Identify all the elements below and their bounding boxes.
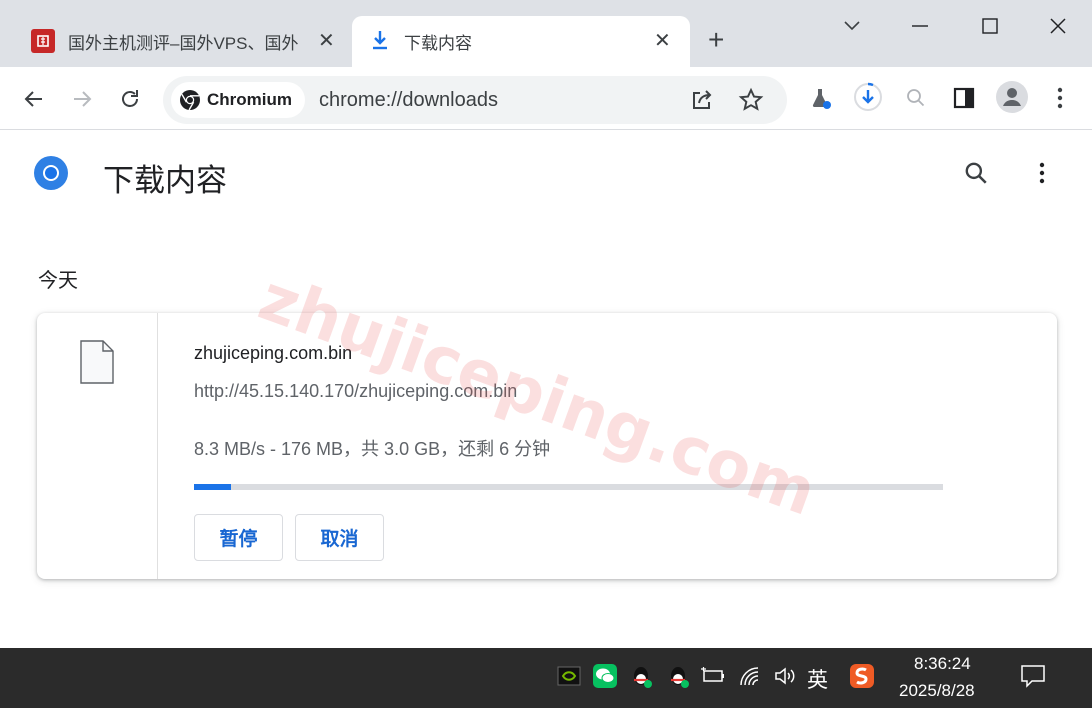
- download-item-card: zhujiceping.com.bin http://45.15.140.170…: [37, 313, 1057, 579]
- address-bar[interactable]: Chromium chrome://downloads: [163, 76, 787, 124]
- windows-taskbar: 英 8:36:24 2025/8/28: [0, 648, 1092, 708]
- url-text[interactable]: chrome://downloads: [319, 89, 498, 112]
- nvidia-tray-icon[interactable]: [555, 662, 583, 690]
- progress-bar: [194, 484, 943, 490]
- profile-avatar-icon[interactable]: [996, 81, 1028, 113]
- cancel-button[interactable]: 取消: [295, 514, 384, 561]
- notification-icon[interactable]: [1019, 662, 1047, 690]
- side-panel-icon[interactable]: [948, 82, 980, 114]
- share-icon[interactable]: [686, 84, 718, 116]
- wechat-tray-icon[interactable]: [591, 662, 619, 690]
- battery-icon[interactable]: [699, 662, 727, 690]
- clock-date[interactable]: 2025/8/28: [899, 681, 975, 701]
- download-status: 8.3 MB/s - 176 MB，共 3.0 GB，还剩 6 分钟: [194, 439, 551, 459]
- download-favicon-icon: [370, 29, 390, 56]
- tab-close-icon[interactable]: ✕: [318, 31, 335, 51]
- qq-tray-icon[interactable]: [627, 662, 655, 690]
- clock-time[interactable]: 8:36:24: [914, 654, 971, 674]
- tab-title: 国外主机测评–国外VPS、国外: [68, 34, 299, 53]
- new-tab-icon[interactable]: +: [708, 26, 724, 54]
- tab-downloads[interactable]: 下载内容 ✕: [352, 16, 690, 67]
- card-divider: [157, 313, 158, 579]
- close-window-icon[interactable]: [1038, 12, 1078, 40]
- back-icon[interactable]: [18, 83, 50, 115]
- wifi-icon[interactable]: [736, 662, 764, 690]
- qq-tray-icon-2[interactable]: [664, 662, 692, 690]
- ime-language-indicator[interactable]: 英: [807, 664, 828, 694]
- downloads-toolbar-icon[interactable]: [852, 81, 884, 113]
- chip-label: Chromium: [207, 90, 292, 109]
- page-title: 下载内容: [103, 163, 227, 198]
- tab-close-icon[interactable]: ✕: [654, 31, 671, 51]
- chrome-logo-icon: [33, 155, 69, 196]
- browser-toolbar: Chromium chrome://downloads: [0, 67, 1092, 130]
- tab-strip: 国外主机测评–国外VPS、国外 ✕ 下载内容 ✕ +: [0, 0, 1092, 67]
- file-icon: [79, 339, 115, 390]
- date-section-label: 今天: [38, 270, 78, 292]
- tab-search-chevron-icon[interactable]: [832, 12, 872, 40]
- volume-icon[interactable]: [771, 662, 799, 690]
- sogou-ime-icon[interactable]: [848, 662, 876, 690]
- minimize-icon[interactable]: [900, 12, 940, 40]
- bookmark-star-icon[interactable]: [735, 84, 767, 116]
- tab-zhujiceping[interactable]: 国外主机测评–国外VPS、国外 ✕: [18, 16, 350, 67]
- labs-flask-icon[interactable]: [804, 82, 836, 114]
- tab-title: 下载内容: [404, 34, 472, 53]
- progress-bar-fill: [194, 484, 232, 490]
- pause-button[interactable]: 暂停: [194, 514, 283, 561]
- maximize-icon[interactable]: [970, 12, 1010, 40]
- downloads-page: 下载内容 今天 zhujiceping.com.bin http://45.15…: [0, 131, 1092, 648]
- chromium-icon: [179, 89, 201, 111]
- site-chip[interactable]: Chromium: [171, 82, 305, 118]
- reload-icon[interactable]: [114, 83, 146, 115]
- forward-icon[interactable]: [66, 83, 98, 115]
- more-actions-icon[interactable]: [1026, 157, 1058, 189]
- search-zoom-icon[interactable]: [900, 82, 932, 114]
- browser-menu-icon[interactable]: [1044, 82, 1076, 114]
- search-downloads-icon[interactable]: [960, 157, 992, 189]
- site-favicon-icon: [31, 29, 55, 53]
